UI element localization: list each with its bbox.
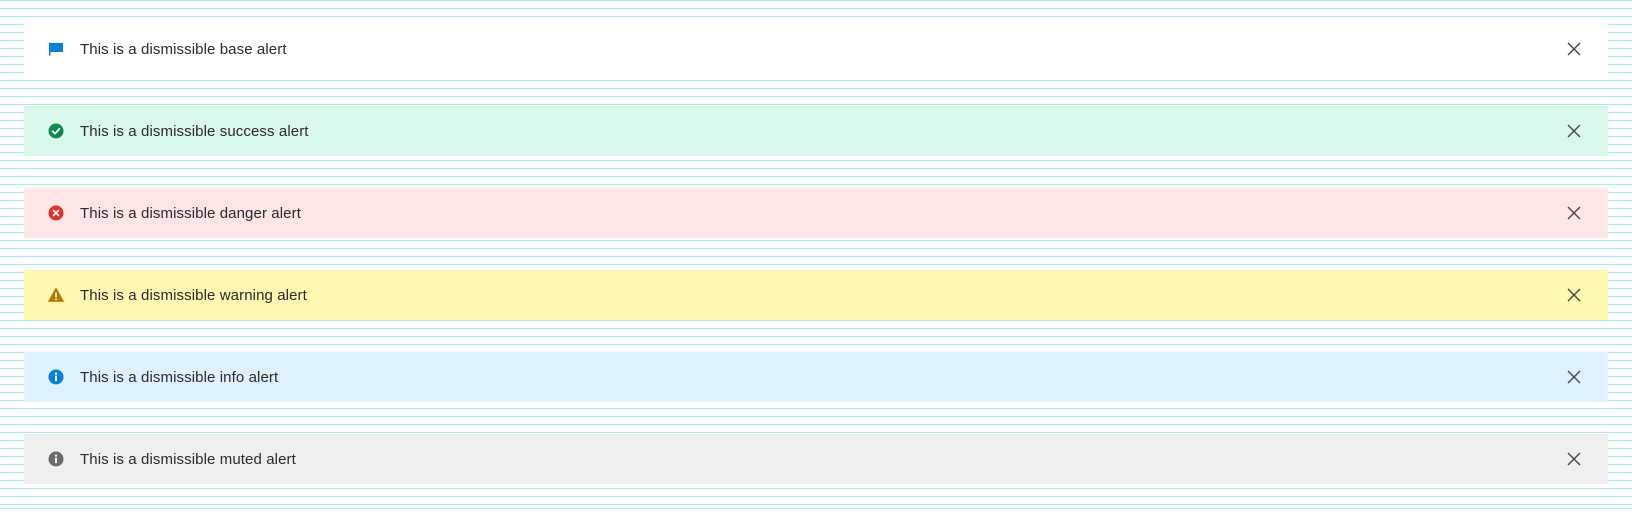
dismiss-button[interactable] bbox=[1564, 367, 1584, 387]
alert-message: This is a dismissible base alert bbox=[80, 40, 287, 58]
check-circle-icon bbox=[48, 123, 64, 139]
close-icon bbox=[1567, 288, 1581, 302]
alert-success: This is a dismissible success alert bbox=[24, 106, 1608, 156]
dismiss-button[interactable] bbox=[1564, 285, 1584, 305]
alert-message: This is a dismissible muted alert bbox=[80, 450, 296, 468]
info-circle-icon bbox=[48, 369, 64, 385]
warning-triangle-icon bbox=[48, 287, 64, 303]
alert-danger: This is a dismissible danger alert bbox=[24, 188, 1608, 238]
x-circle-icon bbox=[48, 205, 64, 221]
alert-message: This is a dismissible danger alert bbox=[80, 204, 301, 222]
close-icon bbox=[1567, 42, 1581, 56]
dismiss-button[interactable] bbox=[1564, 121, 1584, 141]
dismiss-button[interactable] bbox=[1564, 449, 1584, 469]
close-icon bbox=[1567, 370, 1581, 384]
alert-message: This is a dismissible info alert bbox=[80, 368, 279, 386]
dismiss-button[interactable] bbox=[1564, 39, 1584, 59]
flag-icon bbox=[48, 41, 64, 57]
alert-stack: This is a dismissible base alert This is… bbox=[24, 24, 1608, 516]
alert-base: This is a dismissible base alert bbox=[24, 24, 1608, 74]
alert-message: This is a dismissible success alert bbox=[80, 122, 309, 140]
dismiss-button[interactable] bbox=[1564, 203, 1584, 223]
alert-info: This is a dismissible info alert bbox=[24, 352, 1608, 402]
alert-muted: This is a dismissible muted alert bbox=[24, 434, 1608, 484]
alert-warning: This is a dismissible warning alert bbox=[24, 270, 1608, 320]
alert-message: This is a dismissible warning alert bbox=[80, 286, 307, 304]
close-icon bbox=[1567, 124, 1581, 138]
info-circle-icon bbox=[48, 451, 64, 467]
close-icon bbox=[1567, 452, 1581, 466]
close-icon bbox=[1567, 206, 1581, 220]
